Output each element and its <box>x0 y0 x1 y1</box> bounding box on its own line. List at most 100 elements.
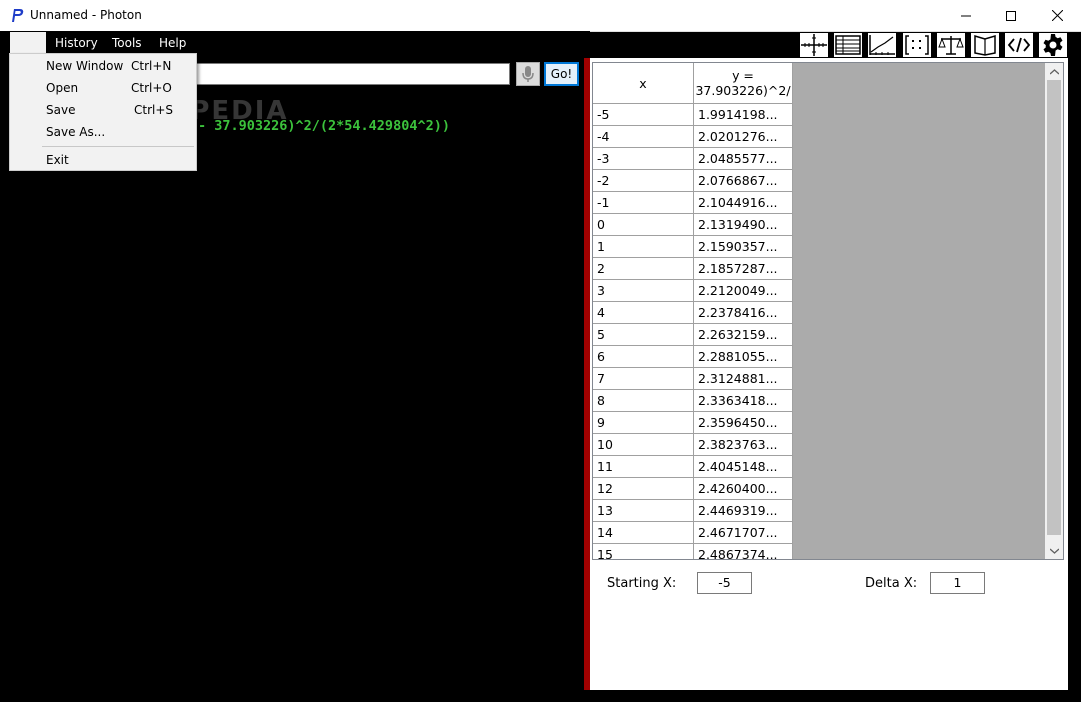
book-icon <box>974 34 996 56</box>
table-cell-y[interactable]: 2.1319490... <box>694 214 793 236</box>
menu-item-exit[interactable]: Exit <box>46 153 69 167</box>
code-icon <box>1007 37 1031 53</box>
gear-icon <box>1043 34 1063 56</box>
menu-tools[interactable]: Tools <box>112 36 142 50</box>
microphone-icon <box>522 66 534 82</box>
menu-item-save[interactable]: Save <box>46 103 75 117</box>
photon-logo-icon <box>12 9 24 22</box>
menu-item-save-as[interactable]: Save As... <box>46 125 105 139</box>
scale-icon <box>938 36 964 55</box>
menu-separator <box>42 146 194 147</box>
delta-x-input[interactable]: 1 <box>930 572 985 594</box>
scroll-down-arrow[interactable] <box>1045 542 1063 559</box>
menu-file[interactable] <box>10 32 46 54</box>
table-cell-y[interactable]: 2.4671707... <box>694 522 793 544</box>
table-cell-x[interactable]: -2 <box>593 170 694 192</box>
settings-button[interactable] <box>1038 32 1068 58</box>
chevron-up-icon <box>1049 68 1059 74</box>
close-button[interactable] <box>1034 0 1080 31</box>
expression-input[interactable] <box>196 63 510 85</box>
matrix-icon <box>905 35 929 55</box>
scroll-up-arrow[interactable] <box>1045 63 1063 80</box>
matrix-button[interactable] <box>902 32 932 58</box>
table-cell-y[interactable]: 2.3823763... <box>694 434 793 456</box>
table-cell-x[interactable]: 3 <box>593 280 694 302</box>
code-button[interactable] <box>1004 32 1034 58</box>
table-cell-y[interactable]: 2.4469319... <box>694 500 793 522</box>
table-cell-y[interactable]: 2.0201276... <box>694 126 793 148</box>
minimize-icon <box>961 15 971 16</box>
table-cell-x[interactable]: 1 <box>593 236 694 258</box>
table-cell-x[interactable]: 12 <box>593 478 694 500</box>
shortcut-new-window: Ctrl+N <box>131 59 172 73</box>
shortcut-open: Ctrl+O <box>131 81 172 95</box>
table-cell-x[interactable]: 6 <box>593 346 694 368</box>
table-icon <box>835 35 861 55</box>
chevron-down-icon <box>1049 548 1059 554</box>
table-cell-y[interactable]: 2.0766867... <box>694 170 793 192</box>
table-cell-x[interactable]: 2 <box>593 258 694 280</box>
table-cell-y[interactable]: 2.2120049... <box>694 280 793 302</box>
table-cell-y[interactable]: 2.2632159... <box>694 324 793 346</box>
window-edge <box>1068 58 1081 702</box>
table-cell-x[interactable]: -5 <box>593 104 694 126</box>
table-cell-x[interactable]: 4 <box>593 302 694 324</box>
table-cell-y[interactable]: 2.3124881... <box>694 368 793 390</box>
table-cell-y[interactable]: 2.3596450... <box>694 412 793 434</box>
go-button[interactable]: Go! <box>544 62 579 86</box>
table-cell-x[interactable]: 15 <box>593 544 694 559</box>
table-cell-x[interactable]: 11 <box>593 456 694 478</box>
maximize-icon <box>1006 10 1016 21</box>
book-button[interactable] <box>970 32 1000 58</box>
table-cell-x[interactable]: 10 <box>593 434 694 456</box>
microphone-button[interactable] <box>516 62 540 86</box>
maximize-button[interactable] <box>988 0 1034 31</box>
table-cell-x[interactable]: -3 <box>593 148 694 170</box>
graph-button[interactable] <box>867 32 897 58</box>
table-cell-y[interactable]: 2.4867374... <box>694 544 793 559</box>
table-cell-y[interactable]: 2.0485577... <box>694 148 793 170</box>
table-cell-x[interactable]: 5 <box>593 324 694 346</box>
minimize-button[interactable] <box>943 0 989 31</box>
table-cell-y[interactable]: 2.3363418... <box>694 390 793 412</box>
table-cell-y[interactable]: 2.1044916... <box>694 192 793 214</box>
axes-icon <box>801 34 827 56</box>
table-cell-y[interactable]: 2.1590357... <box>694 236 793 258</box>
menu-item-new-window[interactable]: New Window <box>46 59 123 73</box>
table-button[interactable] <box>833 32 863 58</box>
table-cell-y[interactable]: 1.9914198... <box>694 104 793 126</box>
axes-button[interactable] <box>799 32 829 58</box>
window-title: Unnamed - Photon <box>30 8 142 22</box>
starting-x-input[interactable]: -5 <box>697 572 752 594</box>
delta-x-label: Delta X: <box>865 576 918 591</box>
history-expression[interactable]: - 37.903226)^2/(2*54.429804^2)) <box>198 118 450 134</box>
menu-history[interactable]: History <box>55 36 98 50</box>
column-header-x[interactable]: x <box>593 63 694 104</box>
scroll-thumb[interactable] <box>1047 80 1061 535</box>
table-cell-x[interactable]: 14 <box>593 522 694 544</box>
file-menu-dropdown: New Window Ctrl+N Open Ctrl+O Save Ctrl+… <box>9 53 197 171</box>
table-cell-y[interactable]: 2.2881055... <box>694 346 793 368</box>
title-bar: Unnamed - Photon <box>0 0 1081 32</box>
table-cell-x[interactable]: 9 <box>593 412 694 434</box>
table-cell-x[interactable]: -4 <box>593 126 694 148</box>
table-cell-y[interactable]: 2.2378416... <box>694 302 793 324</box>
close-icon <box>1051 10 1063 21</box>
menu-item-open[interactable]: Open <box>46 81 78 95</box>
menu-help[interactable]: Help <box>159 36 186 50</box>
table-cell-x[interactable]: 13 <box>593 500 694 522</box>
header-x-label: x <box>639 75 647 91</box>
table-cell-x[interactable]: -1 <box>593 192 694 214</box>
table-cell-y[interactable]: 2.4260400... <box>694 478 793 500</box>
table-cell-y[interactable]: 2.4045148... <box>694 456 793 478</box>
table-cell-y[interactable]: 2.1857287... <box>694 258 793 280</box>
table-cell-x[interactable]: 8 <box>593 390 694 412</box>
graph-icon <box>869 35 895 55</box>
scale-button[interactable] <box>936 32 966 58</box>
header-y-line2: 37.903226)^2/ <box>695 83 791 98</box>
table-cell-x[interactable]: 7 <box>593 368 694 390</box>
table-cell-x[interactable]: 0 <box>593 214 694 236</box>
value-table: x y = 37.903226)^2/ -5 1.9914198... -4 2.02… <box>592 62 1064 560</box>
column-header-y[interactable]: y = 37.903226)^2/ <box>694 63 793 104</box>
starting-x-label: Starting X: <box>607 576 677 591</box>
